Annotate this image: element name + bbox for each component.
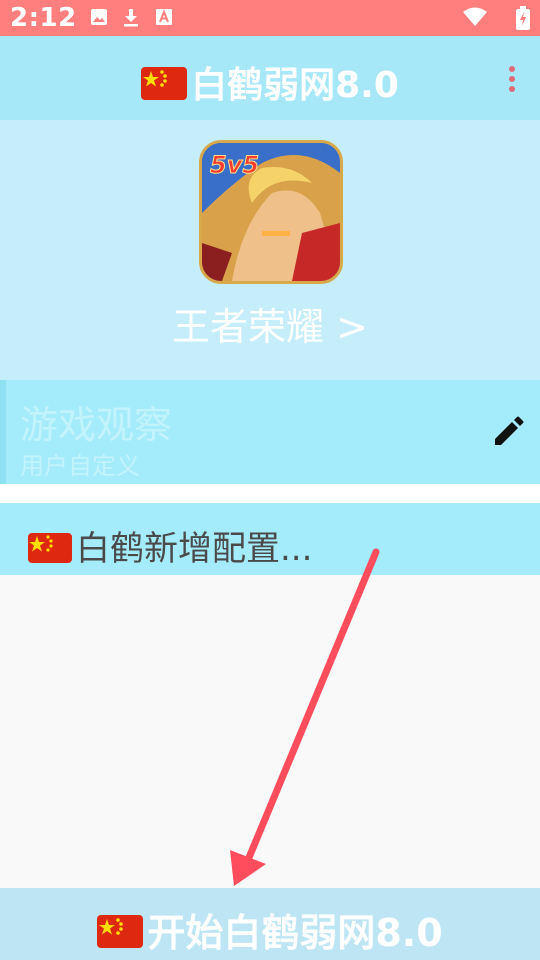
game-icon[interactable]: 5v5 [199, 140, 343, 284]
start-button-row: 开始白鹤弱网8.0 [0, 902, 540, 957]
config-title: 游戏观察 [20, 403, 173, 447]
font-icon [155, 8, 173, 30]
app-bar: 白鹤弱网8.0 [0, 36, 540, 120]
game-name[interactable]: 王者荣耀 > [0, 296, 540, 351]
app-title: 白鹤弱网8.0 [191, 65, 399, 106]
config-subtitle: 用户自定义 [20, 452, 140, 480]
status-time: 2:12 [10, 3, 77, 33]
add-config-bar[interactable]: 白鹤新增配置... [0, 503, 540, 575]
more-vert-icon[interactable] [506, 66, 518, 92]
wifi-icon [462, 7, 488, 31]
status-bar: 2:12 [0, 0, 540, 36]
china-flag-icon [28, 532, 72, 563]
game-icon-5v5: 5v5 [210, 151, 259, 179]
config-item[interactable]: 游戏观察 用户自定义 [0, 380, 540, 484]
pencil-icon[interactable] [492, 416, 524, 452]
battery-icon [516, 6, 530, 34]
add-config-label: 白鹤新增配置... [76, 529, 313, 569]
china-flag-icon [97, 915, 144, 948]
start-button[interactable]: 开始白鹤弱网8.0 [0, 888, 540, 960]
add-config-row[interactable]: 白鹤新增配置... [28, 521, 312, 570]
download-icon [122, 8, 140, 32]
divider [0, 484, 540, 503]
image-icon [90, 8, 108, 30]
china-flag-icon [141, 66, 188, 100]
start-button-label: 开始白鹤弱网8.0 [147, 911, 443, 955]
app-title-row: 白鹤弱网8.0 [0, 56, 540, 108]
game-header[interactable]: 5v5 王者荣耀 > [0, 120, 540, 380]
